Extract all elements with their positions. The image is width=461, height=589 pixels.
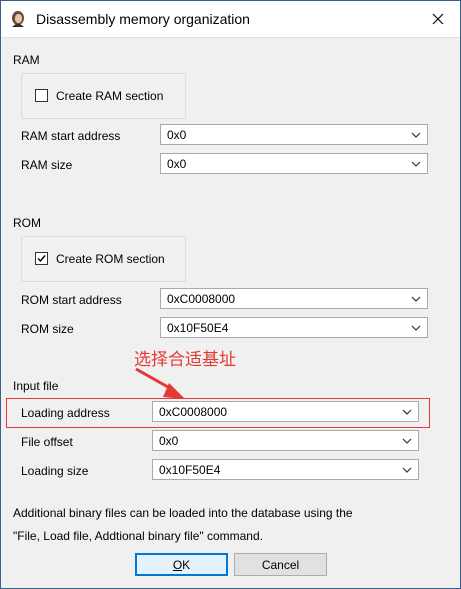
close-button[interactable] <box>416 1 460 37</box>
cancel-button[interactable]: Cancel <box>234 553 327 576</box>
rom-size-label: ROM size <box>21 322 74 336</box>
ram-start-label: RAM start address <box>21 129 121 143</box>
loading-address-value: 0xC0008000 <box>159 405 228 419</box>
chevron-down-icon <box>402 438 412 444</box>
create-ram-checkbox[interactable] <box>35 89 48 102</box>
ram-section-label: RAM <box>13 53 40 67</box>
loading-size-label: Loading size <box>21 464 89 478</box>
chevron-down-icon <box>411 296 421 302</box>
checkmark-icon <box>37 255 46 263</box>
rom-section-label: ROM <box>13 216 41 230</box>
create-ram-label[interactable]: Create RAM section <box>56 89 163 103</box>
info-line-2: "File, Load file, Addtional binary file"… <box>13 529 263 543</box>
info-line-1: Additional binary files can be loaded in… <box>13 506 353 520</box>
chevron-down-icon <box>411 161 421 167</box>
create-rom-checkbox[interactable] <box>35 252 48 265</box>
rom-start-value: 0xC0008000 <box>167 292 236 306</box>
ram-size-value: 0x0 <box>167 157 187 171</box>
loading-size-value: 0x10F50E4 <box>159 463 221 477</box>
title-bar[interactable]: Disassembly memory organization <box>1 1 460 38</box>
rom-start-combo[interactable]: 0xC0008000 <box>160 288 428 309</box>
ok-rest: K <box>182 557 191 572</box>
file-offset-label: File offset <box>21 435 73 449</box>
annotation-arrow-icon <box>135 367 185 399</box>
ram-start-value: 0x0 <box>167 128 187 142</box>
create-rom-label[interactable]: Create ROM section <box>56 252 165 266</box>
rom-size-combo[interactable]: 0x10F50E4 <box>160 317 428 338</box>
ram-size-combo[interactable]: 0x0 <box>160 153 428 174</box>
dialog-window: Disassembly memory organization RAM Crea… <box>0 0 461 589</box>
input-file-section-label: Input file <box>13 379 59 393</box>
chevron-down-icon <box>402 409 412 415</box>
file-offset-combo[interactable]: 0x0 <box>152 430 419 451</box>
close-icon <box>432 13 444 25</box>
window-title: Disassembly memory organization <box>36 11 250 27</box>
ok-button[interactable]: OK <box>135 553 228 576</box>
file-offset-value: 0x0 <box>159 434 179 448</box>
ram-checkbox-group: Create RAM section <box>21 73 186 119</box>
chevron-down-icon <box>402 467 412 473</box>
cancel-label: Cancel <box>261 557 300 572</box>
ida-app-icon <box>12 11 24 27</box>
rom-start-label: ROM start address <box>21 293 122 307</box>
ram-size-label: RAM size <box>21 158 73 172</box>
loading-size-combo[interactable]: 0x10F50E4 <box>152 459 419 480</box>
loading-address-label: Loading address <box>21 406 110 420</box>
rom-size-value: 0x10F50E4 <box>167 321 229 335</box>
ok-mnemonic: O <box>172 557 183 572</box>
ram-start-combo[interactable]: 0x0 <box>160 124 428 145</box>
chevron-down-icon <box>411 325 421 331</box>
rom-checkbox-group: Create ROM section <box>21 236 186 282</box>
loading-address-combo[interactable]: 0xC0008000 <box>152 401 419 422</box>
chevron-down-icon <box>411 132 421 138</box>
